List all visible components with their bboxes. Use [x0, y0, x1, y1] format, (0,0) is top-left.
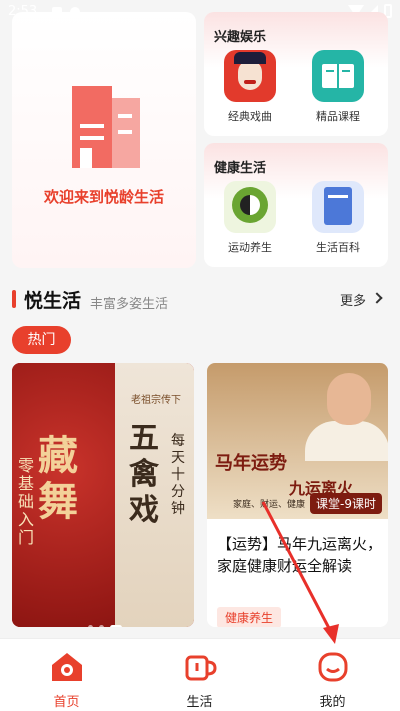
chevron-right-icon[interactable] [371, 292, 383, 304]
course-category: 健康养生 [217, 607, 282, 627]
welcome-text: 欢迎来到悦龄生活 [43, 188, 164, 206]
tab-home[interactable]: 首页 [0, 639, 133, 711]
hot-tab[interactable]: 热门 [12, 326, 71, 354]
tab-label: 首页 [53, 695, 80, 710]
section-marker [12, 290, 16, 308]
app-premium-course[interactable]: 精品课程 [309, 50, 367, 124]
bottom-nav: 首页 生活 我的 [0, 638, 400, 711]
section-subtitle: 丰富多姿生活 [90, 297, 169, 312]
cup-icon [185, 655, 217, 681]
course-card[interactable]: 马年运势 九运离火 家庭、财运、健康 课堂-9课时 【运势】马年九运离火，家庭健… [207, 363, 388, 627]
more-link[interactable]: 更多 [340, 290, 366, 309]
tab-label: 生活 [186, 695, 213, 710]
opera-mask-icon [224, 50, 276, 102]
banner-tag: 老祖宗传下 [131, 395, 181, 406]
app-encyclopedia[interactable]: 生活百科 [309, 181, 367, 255]
health-card: 健康生活 运动养生 生活百科 [204, 143, 388, 267]
course-thumbnail: 马年运势 九运离火 家庭、财运、健康 课堂-9课时 [207, 363, 388, 519]
app-classic-opera[interactable]: 经典戏曲 [221, 50, 279, 124]
welcome-card[interactable]: 欢迎来到悦龄生活 [12, 12, 196, 268]
banner-title: 五禽戏 [129, 421, 159, 528]
hobby-card: 兴趣娱乐 经典戏曲 精品课程 [204, 12, 388, 136]
app-label: 运动养生 [228, 241, 272, 254]
encyclopedia-icon [312, 181, 364, 233]
home-icon [52, 653, 82, 681]
thumbnail-headline: 马年运势 [215, 453, 287, 474]
banner-subtitle: 每天十分钟 [171, 433, 185, 517]
smile-face-icon [318, 652, 348, 682]
taichi-icon [224, 181, 276, 233]
presenter-image [305, 421, 388, 461]
app-label: 生活百科 [316, 241, 360, 254]
presenter-image [327, 373, 371, 425]
banner-subtitle: 零基础入门 [18, 456, 35, 547]
app-exercise[interactable]: 运动养生 [221, 181, 279, 255]
lesson-count-badge: 课堂-9课时 [310, 493, 382, 514]
app-label: 精品课程 [316, 110, 360, 123]
banner-slide-tibetan-dance: 藏舞 零基础入门 [12, 363, 115, 627]
tab-label: 我的 [319, 695, 346, 710]
carousel-dots [88, 615, 128, 627]
course-title: 【运势】马年九运离火，家庭健康财运全解读 [217, 535, 383, 575]
health-title: 健康生活 [214, 161, 267, 176]
thumbnail-tags: 家庭、财运、健康 [233, 500, 306, 510]
book-icon [312, 50, 364, 102]
banner-title: 藏舞 [38, 432, 78, 525]
hobby-title: 兴趣娱乐 [214, 30, 267, 45]
building-icon [72, 86, 140, 168]
app-label: 经典戏曲 [228, 110, 272, 123]
banner-slide-wuqinxi: 老祖宗传下 五禽戏 每天十分钟 [115, 363, 194, 627]
tab-mine[interactable]: 我的 [266, 639, 399, 711]
section-title: 悦生活 [24, 290, 82, 312]
tab-life[interactable]: 生活 [133, 639, 266, 711]
banner-carousel[interactable]: 藏舞 零基础入门 老祖宗传下 五禽戏 每天十分钟 [12, 363, 194, 627]
